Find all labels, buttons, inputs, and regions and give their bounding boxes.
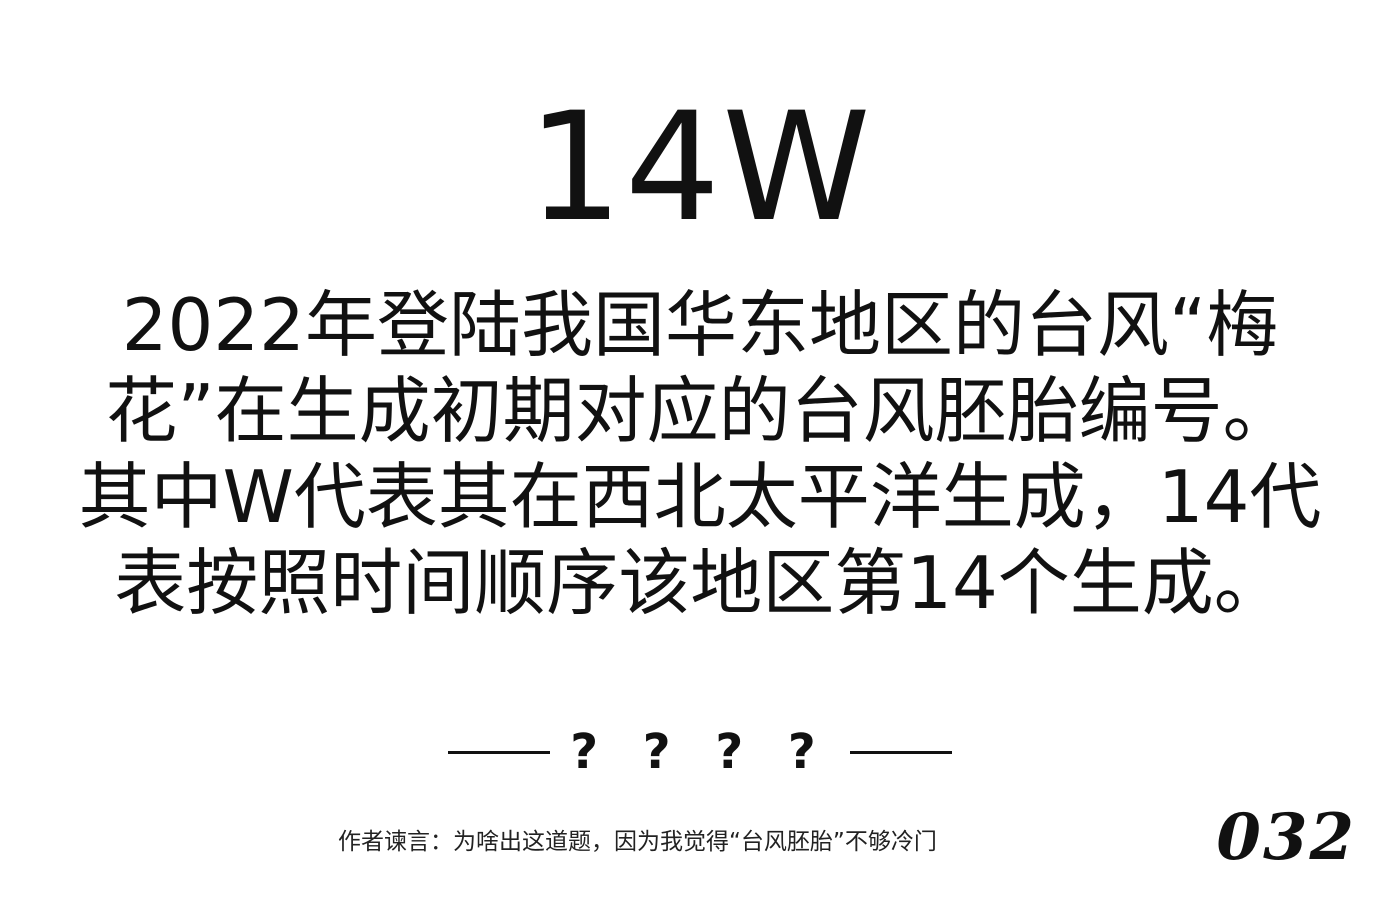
explanation-line-4: 表按照时间顺序该地区第14个生成。 bbox=[114, 541, 1286, 625]
headline-answer: 14W bbox=[527, 81, 873, 255]
explanation-line-2: 花”在生成初期对应的台风胚胎编号。 bbox=[105, 369, 1295, 453]
explanation-line-1: 2022年登陆我国华东地区的台风“梅 bbox=[121, 283, 1279, 367]
right-dash-divider bbox=[849, 750, 952, 754]
author-note: 作者谏言：为啥出这道题，因为我觉得“台风胚胎”不够冷门 bbox=[338, 829, 937, 855]
question-marks: ? ? ? ? bbox=[570, 724, 830, 780]
page-number: 032 bbox=[1216, 800, 1356, 875]
explanation-line-3: 其中W代表其在西北太平洋生成，14代 bbox=[78, 455, 1322, 539]
question-marks-row: ? ? ? ? bbox=[0, 722, 1400, 782]
left-dash-divider bbox=[448, 750, 551, 754]
explanation-text: 2022年登陆我国华东地区的台风“梅 花”在生成初期对应的台风胚胎编号。 其中W… bbox=[70, 282, 1330, 626]
